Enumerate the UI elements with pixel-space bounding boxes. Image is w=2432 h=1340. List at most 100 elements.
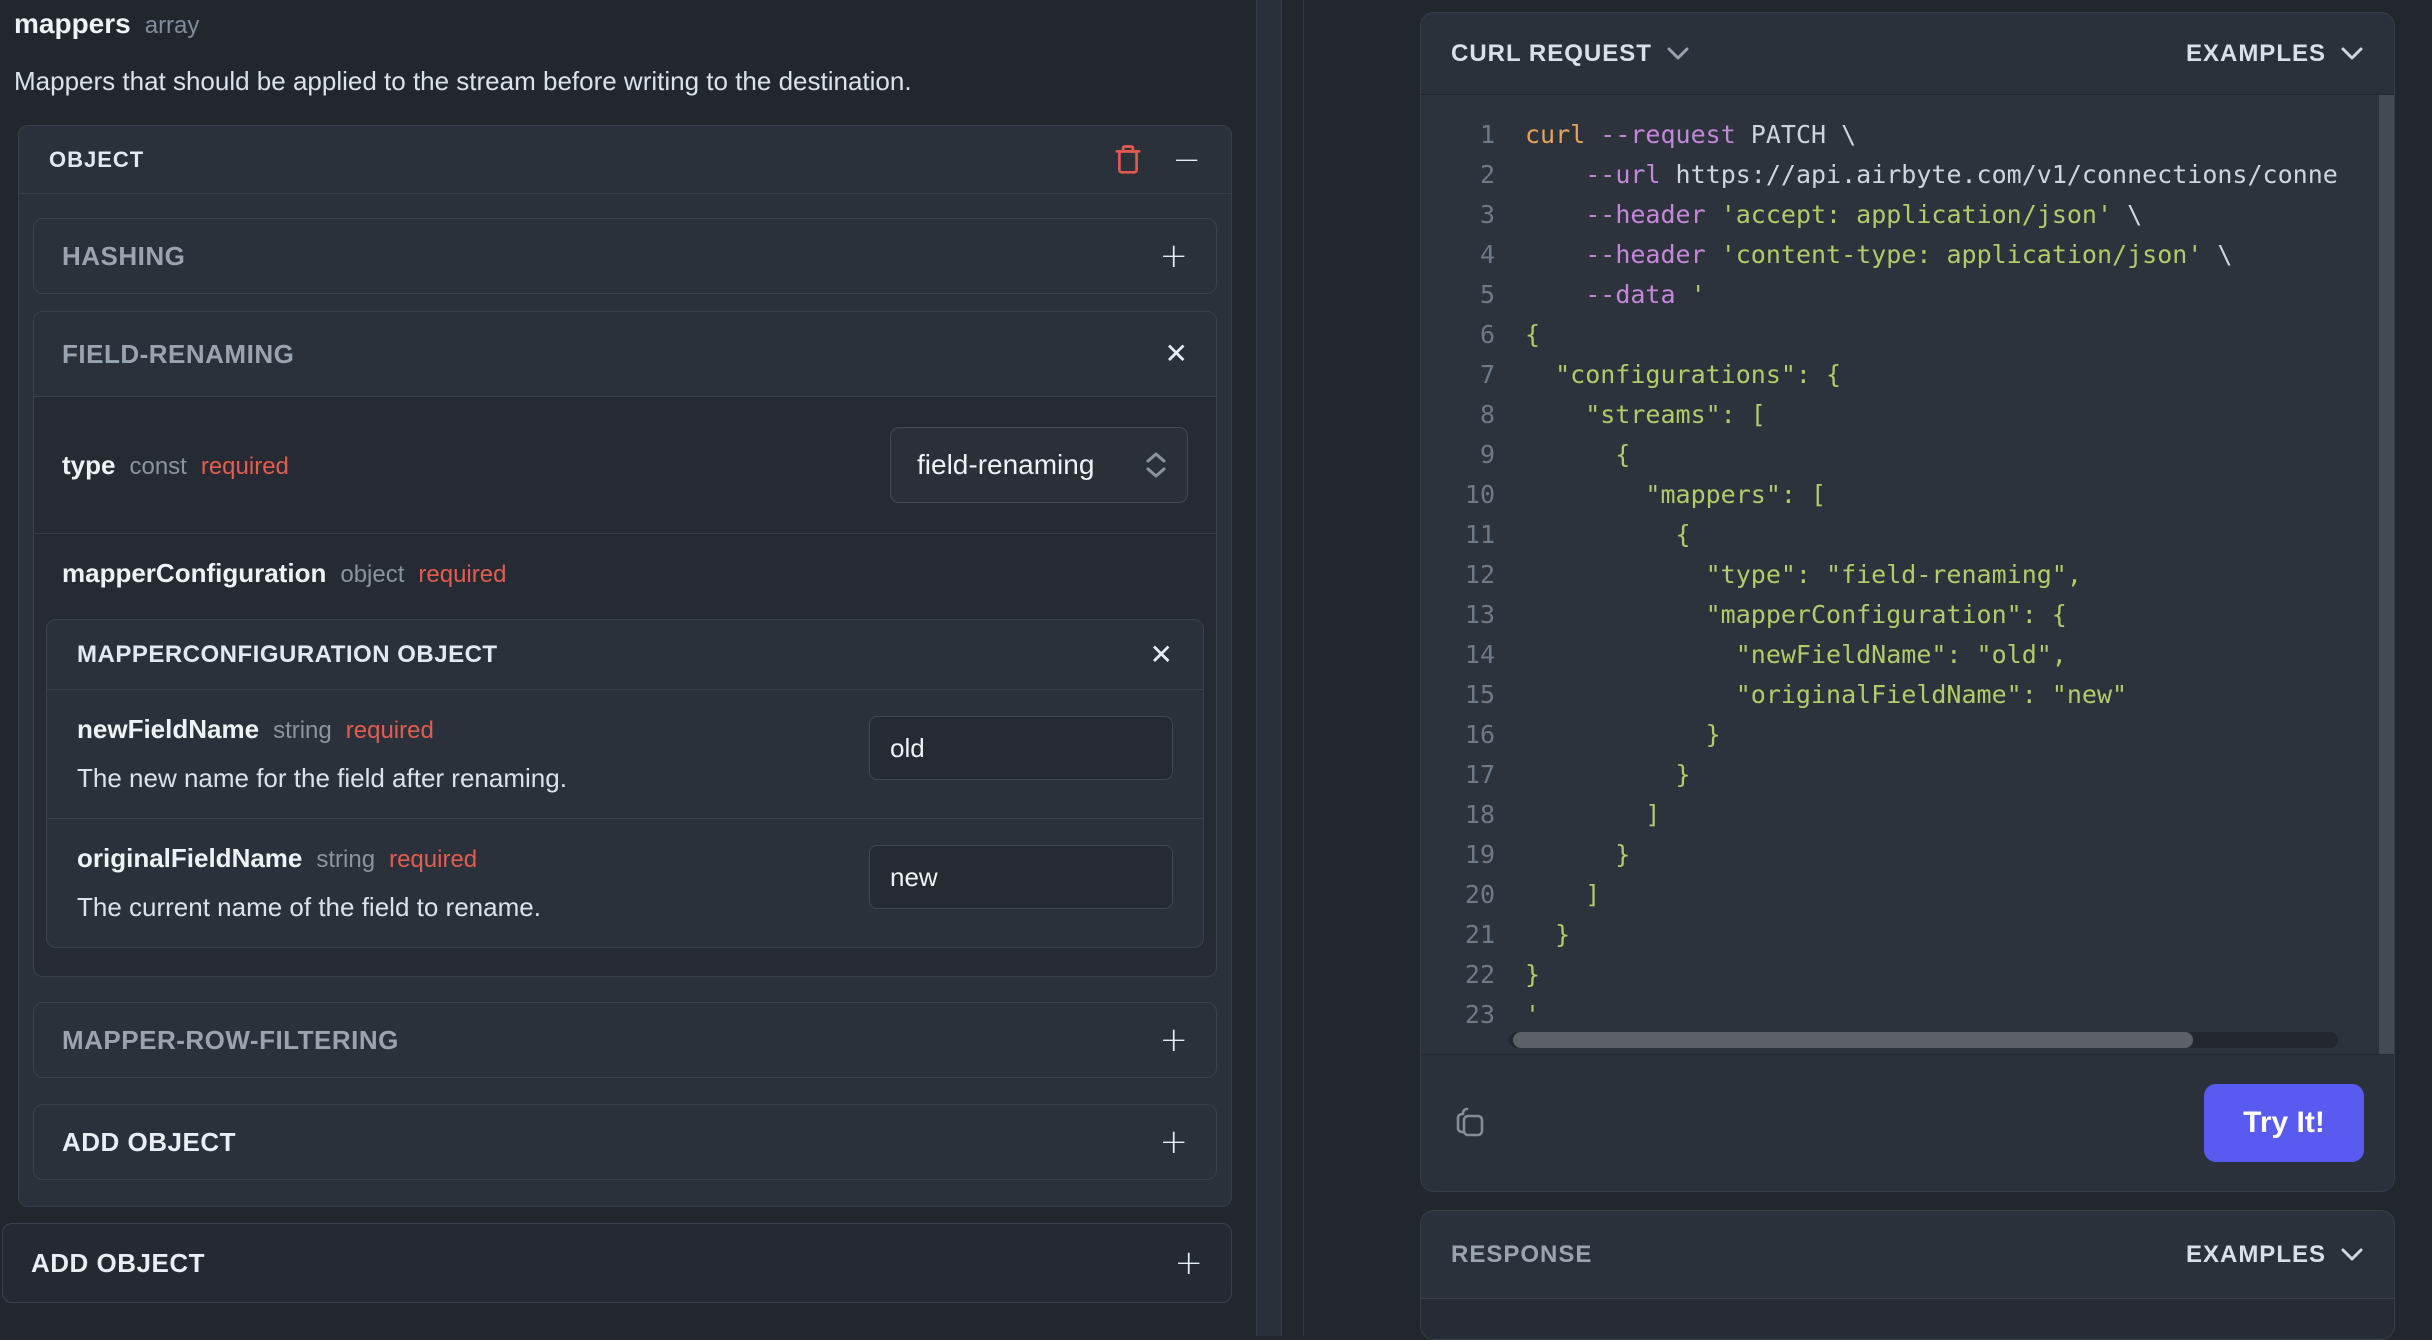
code-line: 9 { (1447, 435, 2374, 475)
line-number: 12 (1464, 560, 1495, 589)
line-number: 6 (1479, 320, 1495, 349)
collapse-object-button[interactable]: − (1173, 143, 1202, 177)
code-line-text: "newFieldName": "old", (1525, 640, 2067, 669)
type-field-row: type const required field-renaming (34, 397, 1216, 534)
type-select[interactable]: field-renaming (890, 427, 1188, 503)
chevron-up-down-icon (1145, 451, 1167, 479)
original-field-name-required: required (389, 846, 478, 873)
add-object-inner-label: ADD OBJECT (62, 1126, 237, 1157)
line-number: 3 (1479, 200, 1495, 229)
line-number: 8 (1479, 400, 1495, 429)
code-line: 6{ (1447, 315, 2374, 355)
code-line-text: } (1525, 840, 1631, 869)
close-icon: ✕ (1164, 337, 1188, 370)
new-field-name-kind: string (273, 717, 332, 744)
request-examples-label: EXAMPLES (2185, 39, 2326, 67)
type-field-kind: const (129, 452, 187, 480)
line-number: 18 (1464, 800, 1495, 829)
type-field-required: required (200, 452, 289, 480)
trash-icon (1113, 144, 1143, 176)
code-line: 1 curl --request PATCH \ (1447, 115, 2374, 155)
code-line-text: --data ' (1585, 280, 1706, 309)
minus-icon: − (1172, 139, 1202, 180)
code-vertical-scrollbar[interactable] (2379, 95, 2394, 1054)
code-line: 10 "mappers": [ (1447, 475, 2374, 515)
type-field-name: type (62, 449, 116, 480)
copy-code-button[interactable] (1451, 1105, 1487, 1141)
line-number: 1 (1479, 120, 1495, 149)
line-number: 11 (1464, 520, 1495, 549)
section-row-hashing[interactable]: HASHING + (33, 218, 1217, 294)
field-renaming-body: type const required field-renaming mappe… (34, 397, 1216, 976)
code-horizontal-scrollbar (1509, 1032, 2338, 1048)
field-name: mappers (14, 8, 131, 39)
response-examples-label: EXAMPLES (2185, 1240, 2326, 1268)
field-description: Mappers that should be applied to the st… (14, 66, 912, 96)
line-number: 7 (1479, 360, 1495, 389)
original-field-name-input[interactable] (869, 845, 1173, 909)
object-panel-header: OBJECT − (19, 126, 1231, 194)
code-line: 17 } (1447, 755, 2374, 795)
code-line-text: "type": "field-renaming", (1525, 560, 2082, 589)
code-lines: 1 curl --request PATCH \ 2 --url https://a… (1447, 115, 2374, 1035)
close-icon: ✕ (1149, 637, 1173, 671)
code-line-text: } (1525, 760, 1691, 789)
original-field-name-label: originalFieldName (77, 843, 303, 873)
code-line: 22} (1447, 955, 2374, 995)
original-field-name-description: The current name of the field to rename. (77, 892, 541, 922)
code-horizontal-scrollbar-thumb[interactable] (1513, 1032, 2193, 1048)
left-pane-scrollbar[interactable] (1256, 0, 1282, 1336)
field-renaming-header[interactable]: FIELD-RENAMING ✕ (34, 312, 1216, 397)
code-line-text: { (1525, 520, 1691, 549)
add-object-row-outer[interactable]: ADD OBJECT + (2, 1223, 1232, 1303)
section-row-mapper-row-filtering[interactable]: MAPPER-ROW-FILTERING + (33, 1002, 1217, 1078)
code-line-text: ] (1525, 800, 1661, 829)
plus-icon: + (1174, 1243, 1204, 1283)
close-mapper-configuration-button[interactable]: ✕ (1149, 637, 1173, 671)
line-number: 13 (1464, 600, 1495, 629)
code-line-text: { (1525, 440, 1631, 469)
code-line: 12 "type": "field-renaming", (1447, 555, 2374, 595)
code-line: 13 "mapperConfiguration": { (1447, 595, 2374, 635)
request-examples-dropdown[interactable]: EXAMPLES (2186, 40, 2364, 68)
code-line: 3 --header 'accept: application/json' \ (1447, 195, 2374, 235)
object-panel-body: HASHING + FIELD-RENAMING ✕ type const re… (19, 194, 1231, 1206)
field-renaming-section: FIELD-RENAMING ✕ type const required fie… (33, 311, 1217, 977)
try-it-button[interactable]: Try It! (2204, 1084, 2364, 1162)
code-line-text: curl --request PATCH \ (1525, 120, 1857, 149)
code-line: 19 } (1447, 835, 2374, 875)
mapper-row-filtering-label: MAPPER-ROW-FILTERING (62, 1024, 399, 1055)
line-number: 15 (1464, 680, 1495, 709)
new-field-name-label: newFieldName (77, 714, 260, 744)
code-line: 8 "streams": [ (1447, 395, 2374, 435)
copy-icon (1451, 1105, 1487, 1141)
code-line: 11 { (1447, 515, 2374, 555)
curl-request-title: CURL REQUEST (1451, 39, 1652, 67)
curl-request-dropdown[interactable]: CURL REQUEST (1451, 40, 1690, 68)
curl-request-header: CURL REQUEST EXAMPLES (1421, 13, 2394, 94)
code-line: 14 "newFieldName": "old", (1447, 635, 2374, 675)
mapper-configuration-kind: object (340, 561, 405, 588)
add-object-row-inner[interactable]: ADD OBJECT + (33, 1104, 1217, 1180)
code-line-text: } (1525, 920, 1571, 949)
code-line-text: ] (1525, 880, 1601, 909)
field-title: mappers array (0, 0, 1232, 40)
curl-request-footer: Try It! (1421, 1054, 2394, 1191)
line-number: 16 (1464, 720, 1495, 749)
new-field-name-row: newFieldName string required The new nam… (47, 690, 1203, 819)
line-number: 14 (1464, 640, 1495, 669)
response-examples-dropdown[interactable]: EXAMPLES (2186, 1241, 2364, 1269)
chevron-down-icon (2340, 46, 2364, 61)
delete-object-button[interactable] (1113, 144, 1143, 176)
code-line-text: "mappers": [ (1525, 480, 1827, 509)
original-field-name-row: originalFieldName string required The cu… (47, 819, 1203, 947)
new-field-name-input[interactable] (869, 716, 1173, 780)
new-field-name-description: The new name for the field after renamin… (77, 763, 567, 793)
line-number: 20 (1464, 880, 1495, 909)
response-title: RESPONSE (1451, 1240, 1593, 1268)
chevron-down-icon (2340, 1247, 2364, 1262)
request-column: CURL REQUEST EXAMPLES 1 curl --request PA… (1420, 12, 2395, 1340)
schema-form-column: mappers array Mappers that should be app… (0, 0, 1232, 1303)
new-field-name-required: required (345, 717, 434, 744)
plus-icon: + (1159, 1122, 1189, 1162)
